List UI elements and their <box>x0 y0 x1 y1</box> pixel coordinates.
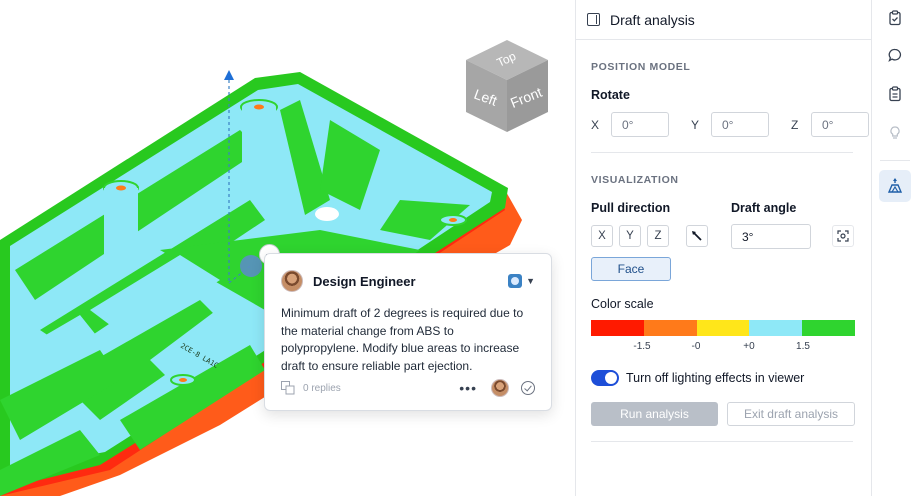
draft-analysis-panel: Draft analysis POSITION MODEL Rotate X 0… <box>575 0 871 496</box>
pull-z-button[interactable]: Z <box>647 225 669 247</box>
avatar <box>281 270 303 292</box>
draft-angle-label: Draft angle <box>731 201 797 215</box>
rotate-y-input[interactable]: 0° <box>711 112 769 137</box>
panel-title: Draft analysis <box>610 11 695 28</box>
color-scale-segment <box>591 320 644 336</box>
comment-header: Design Engineer ▼ <box>281 268 535 294</box>
rotate-x-input[interactable]: 0° <box>611 112 669 137</box>
pull-y-button[interactable]: Y <box>619 225 641 247</box>
reply-avatar <box>491 379 509 397</box>
color-scale-ticks: -1.5 -0 +0 1.5 <box>591 341 855 355</box>
color-scale-label: Color scale <box>591 297 654 311</box>
color-scale-bar <box>591 320 855 336</box>
comment-footer: 0 replies ••• <box>281 378 535 398</box>
comment-status-dropdown[interactable]: ▼ <box>508 274 535 288</box>
scale-tick: -0 <box>691 341 701 352</box>
exit-draft-analysis-button[interactable]: Exit draft analysis <box>727 402 855 426</box>
visualization-section: VISUALIZATION Pull direction Draft angle… <box>576 154 871 444</box>
position-model-section: POSITION MODEL Rotate X 0° Y 0° Z 0° <box>576 40 871 154</box>
replies-icon[interactable] <box>281 381 295 395</box>
comment-author: Design Engineer <box>313 273 416 289</box>
scale-tick: +0 <box>743 341 755 352</box>
divider <box>591 441 853 442</box>
draft-angle-input[interactable]: 3° <box>731 224 811 249</box>
position-model-heading: POSITION MODEL <box>591 61 691 73</box>
resolve-check-icon[interactable] <box>521 381 535 395</box>
clipboard-check-icon[interactable] <box>879 2 911 34</box>
comment-pin[interactable] <box>240 255 262 277</box>
color-scale-segment <box>643 320 697 336</box>
focus-icon <box>837 230 849 242</box>
comment-card: Design Engineer ▼ Minimum draft of 2 deg… <box>264 253 552 411</box>
3d-viewport[interactable]: 2CE-8 LA1C Top Left Front Design Enginee… <box>0 0 576 496</box>
right-toolbar <box>871 0 917 496</box>
pull-direction-label: Pull direction <box>591 201 671 215</box>
run-analysis-button[interactable]: Run analysis <box>591 402 718 426</box>
lighting-toggle[interactable] <box>591 370 619 386</box>
scale-tick: -1.5 <box>633 341 651 352</box>
color-scale-segment <box>749 320 803 336</box>
color-scale-segment <box>696 320 750 336</box>
panel-toggle-icon[interactable] <box>587 13 600 26</box>
pull-direction-pick-button[interactable] <box>686 225 708 247</box>
lightbulb-icon[interactable] <box>879 117 911 149</box>
replies-count[interactable]: 0 replies <box>303 383 341 394</box>
scale-tick: 1.5 <box>796 341 810 352</box>
rotate-x-label: X <box>591 117 600 132</box>
color-scale-segment <box>802 320 855 336</box>
chevron-down-icon: ▼ <box>526 276 535 286</box>
pull-x-button[interactable]: X <box>591 225 613 247</box>
rotate-z-input[interactable]: 0° <box>811 112 869 137</box>
more-options-icon[interactable]: ••• <box>459 381 477 395</box>
fit-view-button[interactable] <box>832 225 854 247</box>
face-button[interactable]: Face <box>591 257 671 281</box>
draft-analysis-icon[interactable] <box>879 170 911 202</box>
view-cube[interactable]: Top Left Front <box>462 40 552 132</box>
toolbar-divider <box>880 160 910 161</box>
chat-bubble-icon[interactable] <box>879 39 911 71</box>
status-icon <box>508 274 523 288</box>
arrow-pick-icon <box>692 231 702 241</box>
rotate-z-label: Z <box>791 117 799 132</box>
lighting-toggle-label: Turn off lighting effects in viewer <box>626 371 805 385</box>
divider <box>591 152 853 153</box>
checklist-icon[interactable] <box>879 78 911 110</box>
panel-header: Draft analysis <box>576 0 871 40</box>
rotate-label: Rotate <box>591 88 630 102</box>
comment-body: Minimum draft of 2 degrees is required d… <box>281 306 524 373</box>
rotate-y-label: Y <box>691 117 700 132</box>
visualization-heading: VISUALIZATION <box>591 174 679 186</box>
